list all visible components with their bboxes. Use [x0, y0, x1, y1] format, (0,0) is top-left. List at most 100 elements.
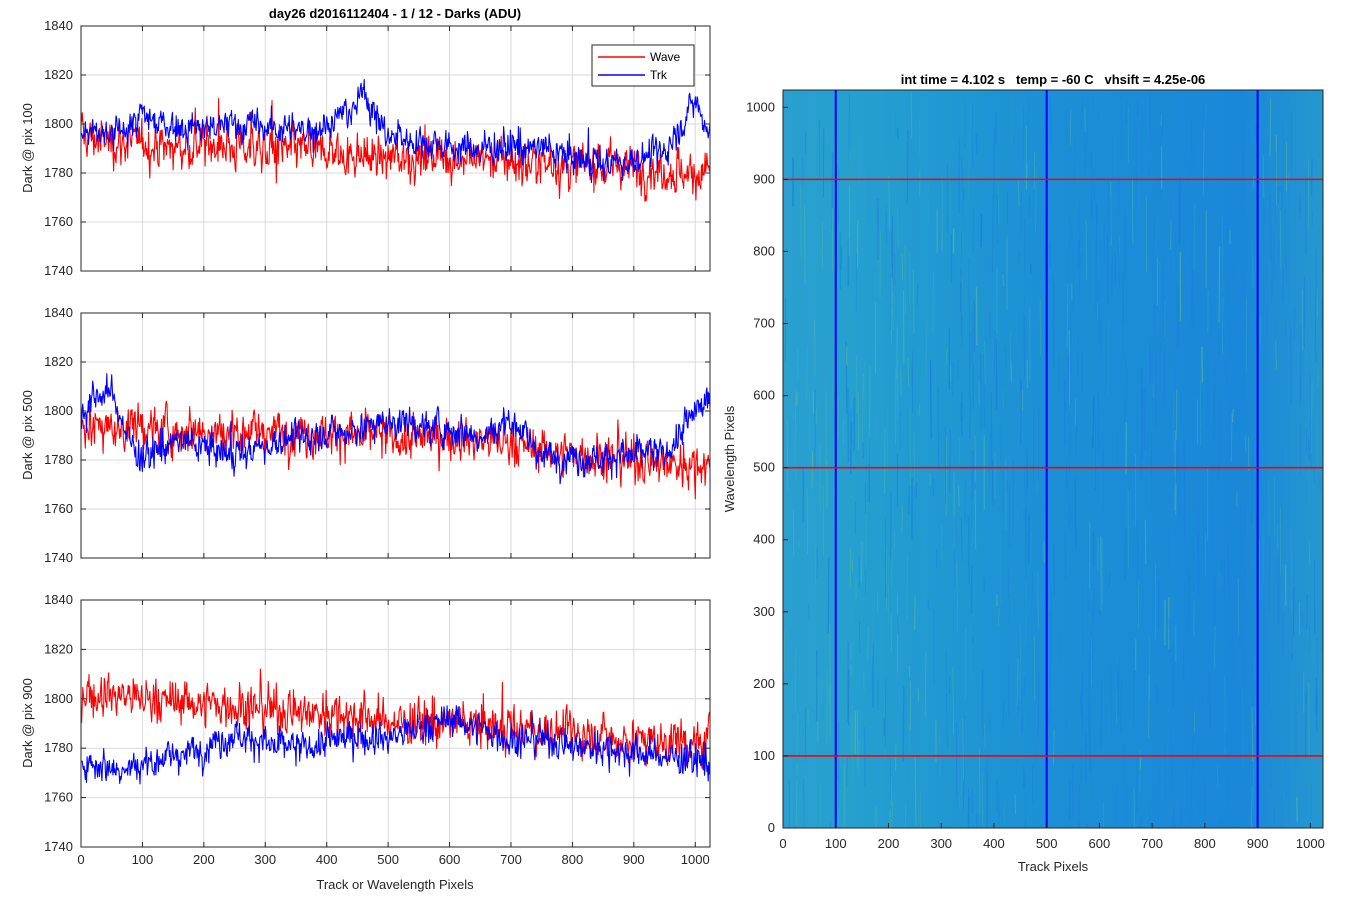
x-tick-label: 900 — [1247, 836, 1269, 851]
x-tick-label: 500 — [1036, 836, 1058, 851]
legend-label-trk: Trk — [650, 68, 668, 82]
heatmap-streak — [1069, 505, 1072, 523]
heatmap-streak — [960, 267, 963, 337]
heatmap-streak — [1097, 393, 1100, 455]
x-tick-label: 300 — [930, 836, 952, 851]
heatmap-streak — [967, 515, 970, 585]
heatmap-streak — [914, 753, 917, 826]
legend: Wave Trk — [591, 44, 695, 87]
heatmap-streak — [1268, 672, 1270, 703]
heatmap-streak — [1124, 210, 1127, 284]
heatmap-streak — [1023, 219, 1026, 277]
heatmap-streak — [840, 247, 843, 270]
heatmap-streak — [910, 747, 913, 787]
x-tick-label: 600 — [1089, 836, 1111, 851]
heatmap-streak — [1291, 689, 1293, 747]
heatmap-streak — [1103, 220, 1106, 264]
heatmap-streak — [1206, 349, 1209, 426]
heatmap-streak — [884, 678, 887, 748]
x-tick-label: 200 — [878, 836, 900, 851]
heatmap-streak — [1168, 617, 1171, 653]
heatmap-streak — [1249, 738, 1251, 777]
heatmap-ylabel: Wavelength Pixels — [722, 405, 737, 512]
y-tick-label: 400 — [753, 532, 775, 547]
heatmap-streak — [1052, 323, 1055, 370]
heatmap-streak — [827, 557, 830, 634]
heatmap-streak — [904, 245, 906, 315]
heatmap-streak — [1280, 185, 1283, 211]
x-tick-label: 0 — [779, 836, 786, 851]
heatmap-streak — [1068, 482, 1070, 529]
heatmap-streak — [1108, 572, 1111, 588]
heatmap-streak — [1053, 541, 1055, 596]
heatmap-streak — [1242, 122, 1245, 178]
heatmap-streak — [906, 129, 909, 204]
heatmap-streak — [1218, 246, 1221, 323]
panel-2-ylabel: Dark @ pix 500 — [20, 390, 35, 480]
y-tick-label: 1740 — [44, 550, 73, 565]
heatmap-streak — [883, 428, 886, 494]
heatmap-streak — [836, 136, 838, 164]
heatmap-streak — [1049, 241, 1051, 267]
heatmap-streak — [1081, 96, 1083, 129]
heatmap-streak — [1205, 102, 1208, 119]
heatmap-streak — [928, 493, 930, 536]
heatmap-streak — [1202, 128, 1205, 196]
heatmap-streak — [1304, 339, 1307, 401]
heatmap-streak — [1002, 702, 1005, 728]
heatmap-streak — [915, 481, 918, 497]
heatmap-streak — [967, 132, 970, 200]
x-tick-label: 100 — [132, 852, 154, 867]
heatmap-streak — [1047, 709, 1050, 726]
heatmap-streak — [1155, 348, 1157, 428]
heatmap-streak — [974, 435, 977, 482]
heatmap-streak — [871, 586, 874, 657]
heatmap-streak — [847, 388, 850, 463]
heatmap-streak — [1019, 382, 1022, 445]
heatmap-streak — [991, 194, 994, 272]
heatmap-streak — [1092, 396, 1095, 448]
heatmap-streak — [804, 706, 807, 762]
line-panel-pix-900: 0 100 200 300 400 500 600 700 800 900 1000 1740 1760… — [20, 592, 711, 892]
heatmap-streak — [1064, 530, 1067, 580]
heatmap-streak — [1164, 299, 1166, 339]
heatmap-streak — [1269, 99, 1272, 157]
y-tick-label: 1780 — [44, 165, 73, 180]
heatmap-streak — [1058, 355, 1060, 391]
heatmap-streak — [1227, 540, 1230, 586]
heatmap-streak — [975, 133, 978, 154]
heatmap-streak — [1224, 362, 1226, 379]
heatmap-streak — [1027, 513, 1030, 565]
y-tick-label: 1800 — [44, 116, 73, 131]
heatmap-streak — [1023, 314, 1026, 379]
heatmap-streak — [860, 541, 863, 584]
heatmap-streak — [1176, 436, 1179, 508]
x-tick-label: 1000 — [681, 852, 710, 867]
heatmap-streak — [889, 273, 892, 330]
y-tick-label: 1740 — [44, 839, 73, 854]
heatmap-streak — [1026, 448, 1028, 490]
heatmap-streak — [1244, 505, 1246, 584]
heatmap-streak — [958, 437, 961, 464]
heatmap-streak — [842, 418, 845, 447]
heatmap-streak — [1037, 407, 1040, 482]
heatmap-streak — [1304, 689, 1307, 758]
heatmap-streak — [909, 303, 912, 334]
heatmap-streak — [850, 408, 852, 443]
heatmap-streak — [1193, 204, 1196, 270]
panel-3-ylabel: Dark @ pix 900 — [20, 678, 35, 768]
heatmap-streak — [1147, 673, 1150, 738]
heatmap-streak — [913, 595, 916, 630]
heatmap-streak — [1175, 238, 1177, 268]
heatmap-streak — [1316, 288, 1319, 318]
panel-1-ylabel: Dark @ pix 100 — [20, 103, 35, 193]
y-tick-label: 1760 — [44, 501, 73, 516]
heatmap-streak — [891, 705, 894, 731]
heatmap-streak — [1223, 675, 1226, 754]
y-tick-label: 900 — [753, 171, 775, 186]
x-tick-label: 500 — [377, 852, 399, 867]
heatmap-streak — [991, 459, 994, 506]
heatmap-streak — [969, 395, 971, 439]
heatmap-streak — [1136, 101, 1139, 117]
heatmap-streak — [814, 319, 816, 377]
